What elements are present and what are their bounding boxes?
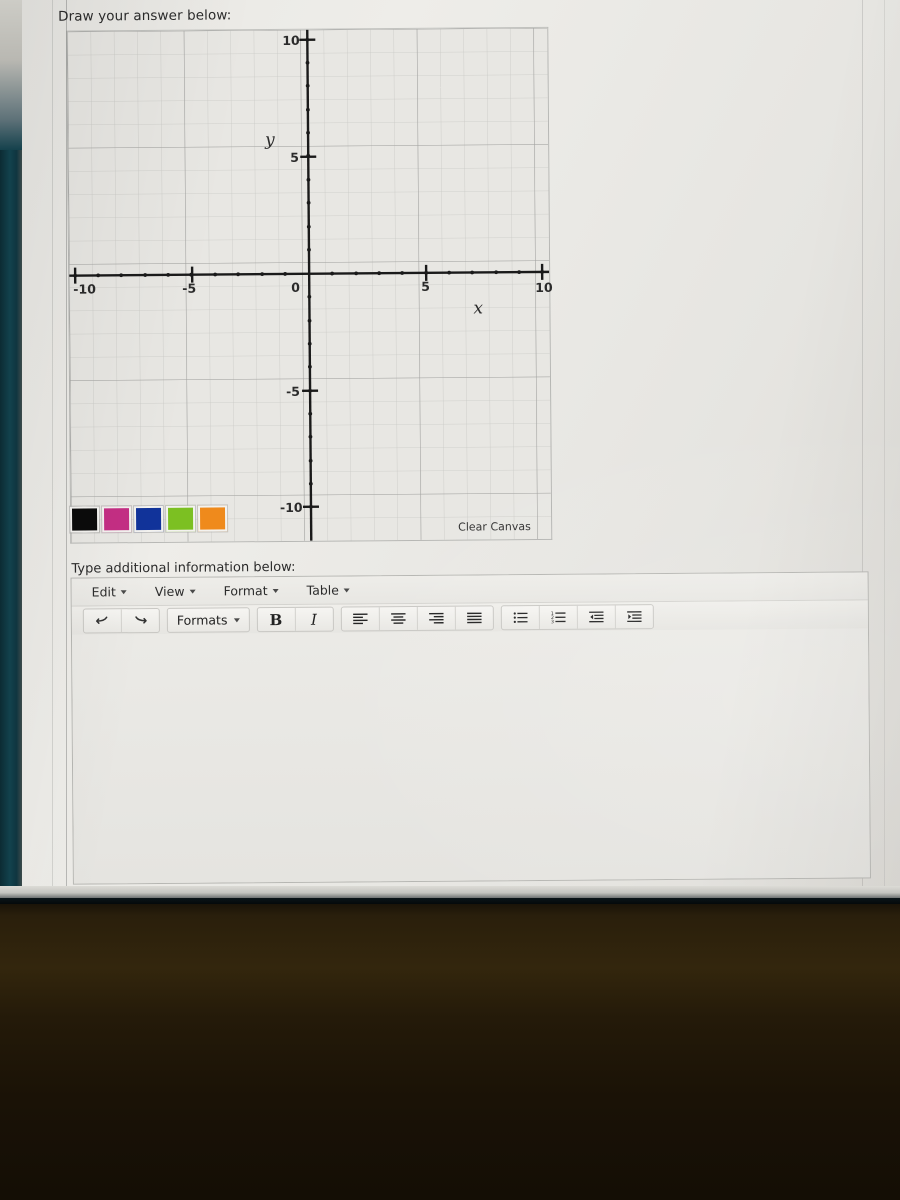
- monitor-bezel-left: [0, 0, 22, 903]
- photo-of-monitor: Draw your answer below: -10 -5 0 5 10 10…: [0, 0, 900, 1200]
- x-tick-label-10: 10: [535, 279, 553, 295]
- numbered-list-button[interactable]: 123: [539, 606, 576, 629]
- text-style-group: B I: [256, 606, 334, 633]
- screen-page: Draw your answer below: -10 -5 0 5 10 10…: [22, 0, 900, 900]
- outdent-icon: [588, 611, 604, 623]
- align-justify-icon: [466, 612, 482, 624]
- indent-icon: [626, 611, 642, 623]
- undo-button[interactable]: [84, 609, 121, 632]
- formats-dropdown[interactable]: Formats: [168, 608, 249, 632]
- menu-table-label: Table: [306, 582, 339, 598]
- menu-view-label: View: [154, 583, 185, 599]
- list-indent-group: 123: [500, 604, 654, 631]
- alignment-group: [340, 605, 494, 632]
- color-swatch-black[interactable]: [69, 506, 100, 533]
- y-axis-label: y: [265, 130, 275, 151]
- menu-format[interactable]: Format: [220, 581, 281, 600]
- numbered-list-icon: 123: [550, 611, 566, 624]
- bullet-list-button[interactable]: [501, 606, 538, 629]
- color-palette[interactable]: [69, 505, 228, 533]
- menu-edit-label: Edit: [91, 584, 116, 600]
- graph-svg: [67, 27, 552, 543]
- x-tick-label-neg10: -10: [73, 281, 96, 297]
- outdent-button[interactable]: [577, 605, 614, 628]
- history-button-group: [82, 607, 160, 634]
- align-justify-button[interactable]: [455, 606, 492, 629]
- chevron-down-icon: [189, 589, 196, 594]
- color-swatch-green[interactable]: [165, 505, 196, 532]
- y-tick-label-5: 5: [290, 149, 300, 165]
- align-center-icon: [390, 613, 406, 624]
- page-content: Draw your answer below: -10 -5 0 5 10 10…: [22, 0, 900, 900]
- drawing-canvas-panel[interactable]: -10 -5 0 5 10 10 5 -5 -10 y x: [66, 26, 553, 544]
- menu-edit[interactable]: Edit: [89, 582, 130, 601]
- x-tick-label-neg5: -5: [182, 280, 197, 296]
- y-tick-label-10: 10: [282, 32, 300, 48]
- menu-format-label: Format: [223, 583, 268, 599]
- align-center-button[interactable]: [379, 607, 416, 630]
- color-swatch-blue[interactable]: [133, 505, 164, 533]
- redo-button[interactable]: [122, 609, 159, 632]
- chevron-down-icon: [120, 589, 127, 594]
- formats-label: Formats: [176, 612, 228, 628]
- chevron-down-icon: [343, 587, 350, 592]
- coordinate-plane-graph[interactable]: -10 -5 0 5 10 10 5 -5 -10 y x: [67, 27, 553, 543]
- monitor-bezel-left-highlight: [0, 0, 22, 150]
- italic-button[interactable]: I: [295, 608, 332, 631]
- color-swatch-magenta[interactable]: [101, 506, 132, 533]
- align-left-button[interactable]: [341, 607, 378, 630]
- color-swatch-orange[interactable]: [197, 505, 228, 532]
- redo-icon: [135, 616, 147, 624]
- menu-table[interactable]: Table: [304, 580, 353, 599]
- desk-surface: [0, 898, 900, 1200]
- svg-text:3: 3: [551, 619, 554, 624]
- bold-button[interactable]: B: [257, 608, 294, 631]
- align-left-icon: [352, 613, 368, 625]
- menu-view[interactable]: View: [152, 582, 199, 601]
- formats-group: Formats: [166, 607, 250, 633]
- clear-canvas-button[interactable]: Clear Canvas: [458, 520, 531, 534]
- x-axis-label: x: [473, 298, 484, 319]
- indent-button[interactable]: [615, 605, 652, 628]
- chevron-down-icon: [272, 588, 279, 593]
- align-right-button[interactable]: [417, 607, 454, 630]
- y-tick-label-neg5: -5: [286, 383, 301, 399]
- align-right-icon: [428, 612, 444, 624]
- bullet-list-icon: [513, 612, 528, 623]
- type-info-prompt: Type additional information below:: [71, 559, 296, 577]
- editor-body[interactable]: [71, 628, 870, 884]
- draw-answer-prompt: Draw your answer below:: [58, 7, 232, 25]
- chevron-down-icon: [233, 617, 240, 622]
- x-tick-label-5: 5: [421, 278, 431, 294]
- rich-text-editor[interactable]: Edit View Format Table Formats B I 1 2 3: [70, 571, 871, 885]
- undo-icon: [96, 616, 108, 624]
- x-tick-label-zero: 0: [291, 279, 301, 295]
- y-tick-label-neg10: -10: [279, 499, 303, 515]
